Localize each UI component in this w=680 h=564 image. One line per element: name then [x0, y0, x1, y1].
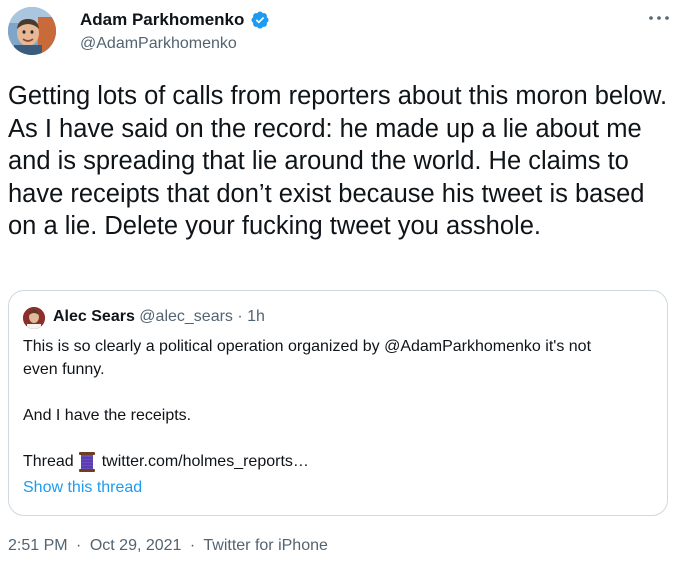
quoted-text-line: [23, 381, 659, 404]
tweet-date[interactable]: Oct 29, 2021: [90, 537, 182, 554]
verified-badge-icon: [251, 11, 269, 29]
more-options-icon[interactable]: [646, 10, 672, 26]
author-avatar[interactable]: [8, 7, 56, 55]
quoted-tweet[interactable]: Alec Sears @alec_sears · 1h This is so c…: [8, 290, 668, 516]
quoted-timestamp: 1h: [247, 308, 265, 325]
tweet: Adam Parkhomenko @AdamParkhomenko Gettin…: [0, 0, 680, 564]
meta-separator: ·: [189, 537, 196, 554]
show-thread-link[interactable]: Show this thread: [23, 479, 142, 497]
author-name[interactable]: Adam Parkhomenko: [80, 10, 244, 30]
thread-line: Thread twitter.com/holmes_reports…: [23, 450, 659, 473]
quoted-text-line: [23, 427, 659, 450]
tweet-text: Getting lots of calls from reporters abo…: [8, 82, 668, 240]
quoted-author-avatar: [23, 307, 45, 329]
quoted-author-name: Alec Sears: [53, 308, 135, 325]
tweet-source[interactable]: Twitter for iPhone: [203, 537, 328, 554]
quoted-tweet-header: Alec Sears @alec_sears · 1h: [53, 308, 265, 326]
quoted-text-line: This is so clearly a political operation…: [23, 338, 592, 355]
quoted-text-line: And I have the receipts.: [23, 407, 192, 424]
meta-separator: ·: [76, 537, 82, 554]
quoted-separator: ·: [237, 308, 243, 325]
quoted-author-handle: @alec_sears: [139, 308, 233, 325]
quoted-text-line: even funny.: [23, 361, 105, 378]
spool-of-thread-icon: [78, 451, 95, 472]
quoted-tweet-text: This is so clearly a political operation…: [23, 335, 659, 473]
thread-link[interactable]: twitter.com/holmes_reports…: [102, 450, 309, 473]
author-handle[interactable]: @AdamParkhomenko: [80, 35, 237, 53]
tweet-metadata: 2:51 PM · Oct 29, 2021 · Twitter for iPh…: [8, 537, 328, 555]
tweet-time[interactable]: 2:51 PM: [8, 537, 68, 554]
thread-label: Thread: [23, 453, 74, 470]
